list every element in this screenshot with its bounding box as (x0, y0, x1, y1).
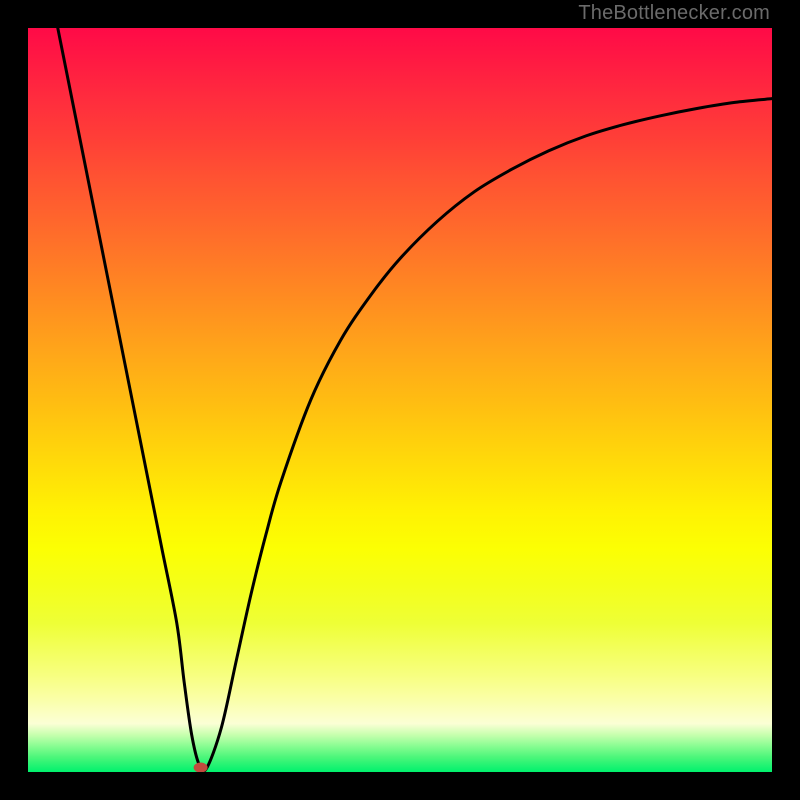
chart-svg (28, 28, 772, 772)
plot-area (28, 28, 772, 772)
chart-background (28, 28, 772, 772)
chart-frame: TheBottlenecker.com (0, 0, 800, 800)
watermark-text: TheBottlenecker.com (578, 2, 770, 25)
